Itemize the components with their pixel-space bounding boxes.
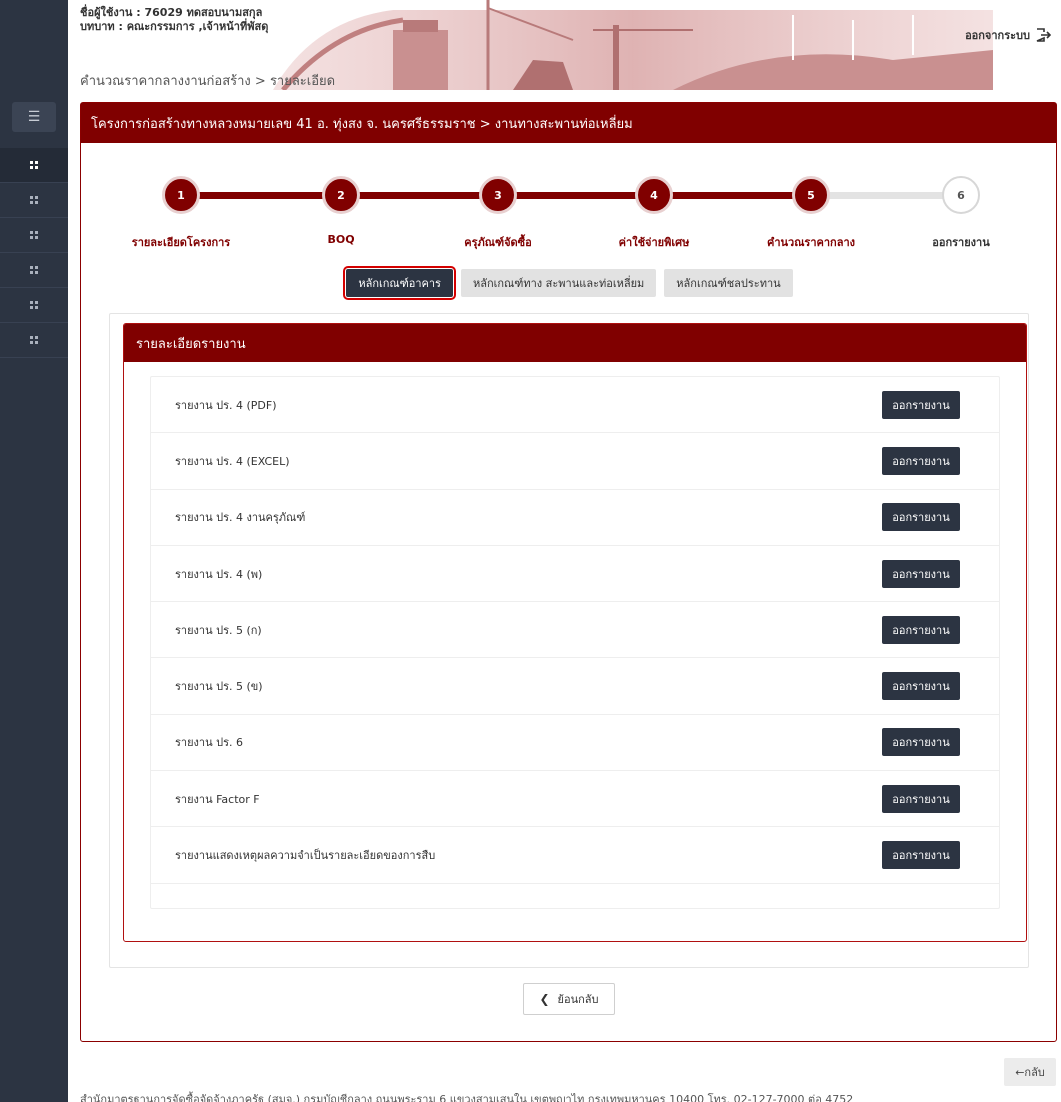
report-row-label: รายงาน ปร. 5 (ก) [175, 623, 262, 637]
step-4-circle[interactable]: 4 [635, 176, 673, 214]
report-list: รายงาน ปร. 4 (PDF) ออกรายงาน รายงาน ปร. 4 … [150, 376, 1000, 909]
progress-stepper: 1 รายละเอียดโครงการ 2 BOQ 3 ครุภัณฑ์จัดซื้อ 4 ค… [81, 171, 1058, 261]
report-row: รายงานแสดงเหตุผลความจำเป็นรายละเอียดของก… [151, 827, 999, 884]
step-2-label[interactable]: BOQ [271, 233, 411, 246]
stepper-connector [654, 192, 811, 199]
step-3-label[interactable]: ครุภัณฑ์จัดซื้อ [428, 233, 568, 251]
breadcrumb: คำนวณราคากลางงานก่อสร้าง > รายละเอียด [80, 74, 336, 89]
sidebar-item-4[interactable] [0, 253, 68, 288]
report-row-label: รายงาน ปร. 5 (ข) [175, 680, 263, 694]
criteria-tab-1[interactable]: หลักเกณฑ์อาคาร [343, 266, 456, 300]
report-row: รายงาน ปร. 5 (ข) ออกรายงาน [151, 658, 999, 715]
back-button-label: ย้อนกลับ [557, 993, 599, 1006]
project-title-bar: โครงการก่อสร้างทางหลวงหมายเลข 41 อ. ทุ่ง… [81, 103, 1056, 143]
export-report-button[interactable]: ออกรายงาน [882, 559, 960, 588]
report-row-label: รายงาน ปร. 4 (พ) [175, 567, 263, 581]
export-report-button[interactable]: ออกรายงาน [882, 446, 960, 475]
stepper-connector [341, 192, 498, 199]
report-row: รายงาน ปร. 4 (พ) ออกรายงาน [151, 546, 999, 603]
report-row: รายงาน ปร. 4 (PDF) ออกรายงาน [151, 377, 999, 434]
stepper-connector [181, 192, 341, 199]
report-row-label: รายงาน ปร. 4 (EXCEL) [175, 454, 290, 468]
report-panel-title: รายละเอียดรายงาน [124, 324, 1026, 362]
stepper-connector [498, 192, 654, 199]
grid-icon [30, 266, 38, 274]
footer-address: สำนักมาตรฐานการจัดซื้อจัดจ้างภาครัฐ (สมจ… [80, 1093, 854, 1102]
report-panel: รายละเอียดรายงาน รายงาน ปร. 4 (PDF) ออกรา… [123, 323, 1027, 942]
report-row: รายงาน ปร. 4 งานครุภัณฑ์ ออกรายงาน [151, 490, 999, 546]
stepper-connector [811, 192, 961, 199]
user-name-line: ชื่อผู้ใช้งาน : 76029 ทดสอบนามสกุล [80, 6, 263, 19]
step-2-circle[interactable]: 2 [322, 176, 360, 214]
export-report-button[interactable]: ออกรายงาน [882, 784, 960, 813]
main-card: โครงการก่อสร้างทางหลวงหมายเลข 41 อ. ทุ่ง… [80, 102, 1057, 1042]
report-row: รายงาน Factor F ออกรายงาน [151, 771, 999, 828]
report-outer-panel: รายละเอียดรายงาน รายงาน ปร. 4 (PDF) ออกรา… [109, 313, 1029, 968]
criteria-tab-2[interactable]: หลักเกณฑ์ทาง สะพานและท่อเหลี่ยม [460, 269, 657, 297]
export-report-button[interactable]: ออกรายงาน [882, 672, 960, 701]
report-row-label: รายงาน ปร. 4 งานครุภัณฑ์ [175, 511, 306, 525]
report-row-label: รายงานแสดงเหตุผลความจำเป็นรายละเอียดของก… [175, 849, 436, 863]
report-row-label: รายงาน ปร. 4 (PDF) [175, 398, 277, 412]
user-info: ชื่อผู้ใช้งาน : 76029 ทดสอบนามสกุล บทบาท… [80, 6, 268, 34]
sidebar-item-5[interactable] [0, 288, 68, 323]
export-report-button[interactable]: ออกรายงาน [882, 503, 960, 532]
criteria-tab-3[interactable]: หลักเกณฑ์ชลประทาน [664, 269, 793, 297]
sidebar-item-6[interactable] [0, 323, 68, 358]
report-row: รายงาน ปร. 4 (EXCEL) ออกรายงาน [151, 433, 999, 490]
grid-icon [30, 161, 38, 169]
grid-icon [30, 231, 38, 239]
export-report-button[interactable]: ออกรายงาน [882, 615, 960, 644]
user-role-line: บทบาท : คณะกรรมการ ,เจ้าหน้าที่พัสดุ [80, 20, 269, 33]
construction-banner-image [273, 0, 993, 90]
report-row: รายงาน ปร. 5 (ก) ออกรายงาน [151, 602, 999, 659]
grid-icon [30, 301, 38, 309]
criteria-tabs: หลักเกณฑ์อาคาร หลักเกณฑ์ทาง สะพานและท่อเห… [81, 266, 1058, 300]
logout-button[interactable]: ออกจากระบบ [965, 26, 1051, 44]
footer-back-button[interactable]: ←กลับ [1004, 1058, 1056, 1086]
step-5-label[interactable]: คำนวณราคากลาง [741, 233, 881, 251]
grid-icon [30, 336, 38, 344]
step-6-label[interactable]: ออกรายงาน [891, 233, 1031, 251]
export-report-button[interactable]: ออกรายงาน [882, 728, 960, 757]
sidebar-item-2[interactable] [0, 183, 68, 218]
report-row-label: รายงาน Factor F [175, 792, 260, 806]
header: ชื่อผู้ใช้งาน : 76029 ทดสอบนามสกุล บทบาท… [68, 0, 1061, 100]
step-4-label[interactable]: ค่าใช้จ่ายพิเศษ [584, 233, 724, 251]
chevron-left-icon: ❮ [539, 992, 550, 1006]
sidebar-item-3[interactable] [0, 218, 68, 253]
step-1-label[interactable]: รายละเอียดโครงการ [111, 233, 251, 251]
export-report-button[interactable]: ออกรายงาน [882, 390, 960, 419]
hamburger-icon[interactable]: ☰ [12, 102, 56, 132]
sidebar: ☰ [0, 0, 68, 1102]
logout-icon [1036, 28, 1051, 42]
step-3-circle[interactable]: 3 [479, 176, 517, 214]
report-row-label: รายงาน ปร. 6 [175, 736, 243, 750]
project-title: โครงการก่อสร้างทางหลวงหมายเลข 41 อ. ทุ่ง… [91, 116, 633, 132]
export-report-button[interactable]: ออกรายงาน [882, 841, 960, 870]
step-6-circle[interactable]: 6 [942, 176, 980, 214]
report-row: รายงาน ปร. 6 ออกรายงาน [151, 715, 999, 772]
sidebar-item-1[interactable] [0, 148, 68, 183]
logout-label: ออกจากระบบ [965, 29, 1030, 42]
step-1-circle[interactable]: 1 [162, 176, 200, 214]
step-5-circle[interactable]: 5 [792, 176, 830, 214]
back-button[interactable]: ❮ ย้อนกลับ [523, 983, 615, 1015]
grid-icon [30, 196, 38, 204]
